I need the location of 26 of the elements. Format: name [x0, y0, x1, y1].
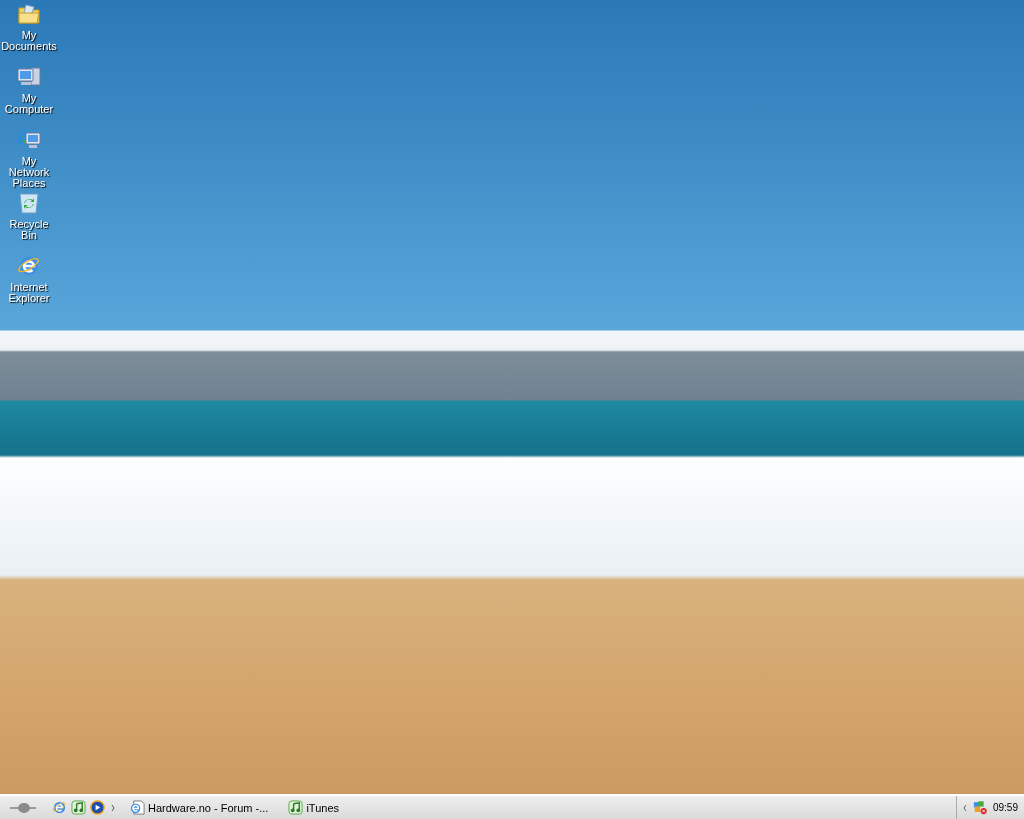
desktop-icon[interactable]: My Computer: [0, 63, 58, 126]
start-orb-icon[interactable]: [10, 800, 36, 815]
browser-page-icon: [130, 800, 145, 815]
chevron-icon[interactable]: [963, 804, 967, 811]
folder-icon: [17, 2, 41, 26]
desktop-icon[interactable]: My Documents: [0, 0, 58, 63]
media-play-icon[interactable]: [90, 800, 105, 815]
network-warning-icon[interactable]: [972, 800, 987, 815]
browser-e-icon[interactable]: [52, 800, 67, 815]
icon-label: My Computer: [3, 93, 55, 115]
chevron-icon[interactable]: [111, 804, 115, 811]
icon-label: My Documents: [0, 30, 58, 52]
taskbar-button[interactable]: Hardware.no - Forum -...: [125, 796, 274, 819]
music-note-icon: [288, 800, 304, 815]
recycle-bin-icon: [18, 191, 40, 215]
music-note-icon[interactable]: [71, 800, 86, 815]
icon-label: Recycle Bin: [8, 219, 50, 241]
computer-icon: [16, 65, 42, 89]
icon-label: Internet Explorer: [7, 282, 51, 304]
taskbar-button[interactable]: iTunes: [283, 796, 345, 819]
desktop-icon[interactable]: Recycle Bin: [0, 189, 58, 252]
desktop-icon[interactable]: Internet Explorer: [0, 252, 58, 315]
clock: 09:59: [992, 802, 1018, 813]
desktop-icon[interactable]: My Network Places: [0, 126, 58, 189]
browser-e-icon: [17, 254, 41, 278]
icon-label: My Network Places: [7, 156, 51, 189]
